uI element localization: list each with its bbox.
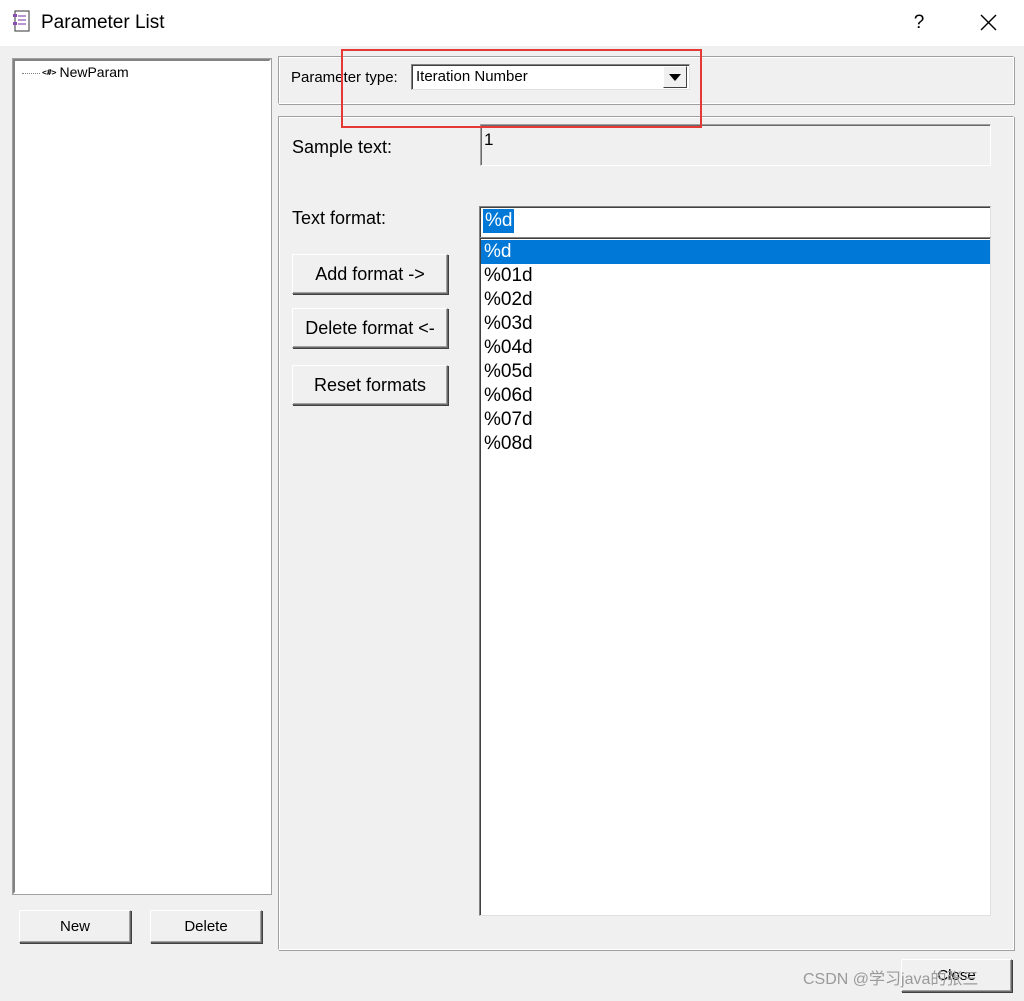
delete-button[interactable]: Delete (150, 910, 262, 943)
delete-format-button[interactable]: Delete format <- (292, 308, 448, 348)
sample-text-value: 1 (484, 130, 494, 149)
reset-formats-button[interactable]: Reset formats (292, 365, 448, 405)
tree-item-newparam[interactable]: <#> NewParam (22, 63, 129, 81)
add-format-button[interactable]: Add format -> (292, 254, 448, 294)
red-highlight-annotation (341, 49, 702, 128)
list-item[interactable]: %08d (481, 432, 990, 456)
list-item[interactable]: %01d (481, 264, 990, 288)
text-format-label: Text format: (292, 208, 387, 228)
parameter-node-icon: <#> (42, 68, 57, 78)
list-item[interactable]: %03d (481, 312, 990, 336)
tree-connector (22, 72, 40, 74)
new-button[interactable]: New (19, 910, 131, 943)
sample-text-box (480, 124, 991, 166)
parameter-tree[interactable] (12, 58, 272, 895)
list-item[interactable]: %d (481, 240, 990, 264)
parameter-list-app-icon (12, 10, 34, 34)
window-title: Parameter List (41, 12, 165, 33)
text-format-input[interactable] (479, 206, 991, 238)
list-item[interactable]: %04d (481, 336, 990, 360)
watermark-text: CSDN @学习java的张三 (803, 971, 979, 988)
help-button[interactable]: ? (898, 6, 940, 40)
list-item[interactable]: %02d (481, 288, 990, 312)
text-format-value: %d (483, 209, 515, 233)
tree-item-label: NewParam (59, 64, 129, 80)
sample-text-label: Sample text: (292, 137, 393, 157)
list-item[interactable]: %07d (481, 408, 990, 432)
list-item[interactable]: %05d (481, 360, 990, 384)
list-item[interactable]: %06d (481, 384, 990, 408)
window-close-icon[interactable] (966, 4, 1010, 40)
